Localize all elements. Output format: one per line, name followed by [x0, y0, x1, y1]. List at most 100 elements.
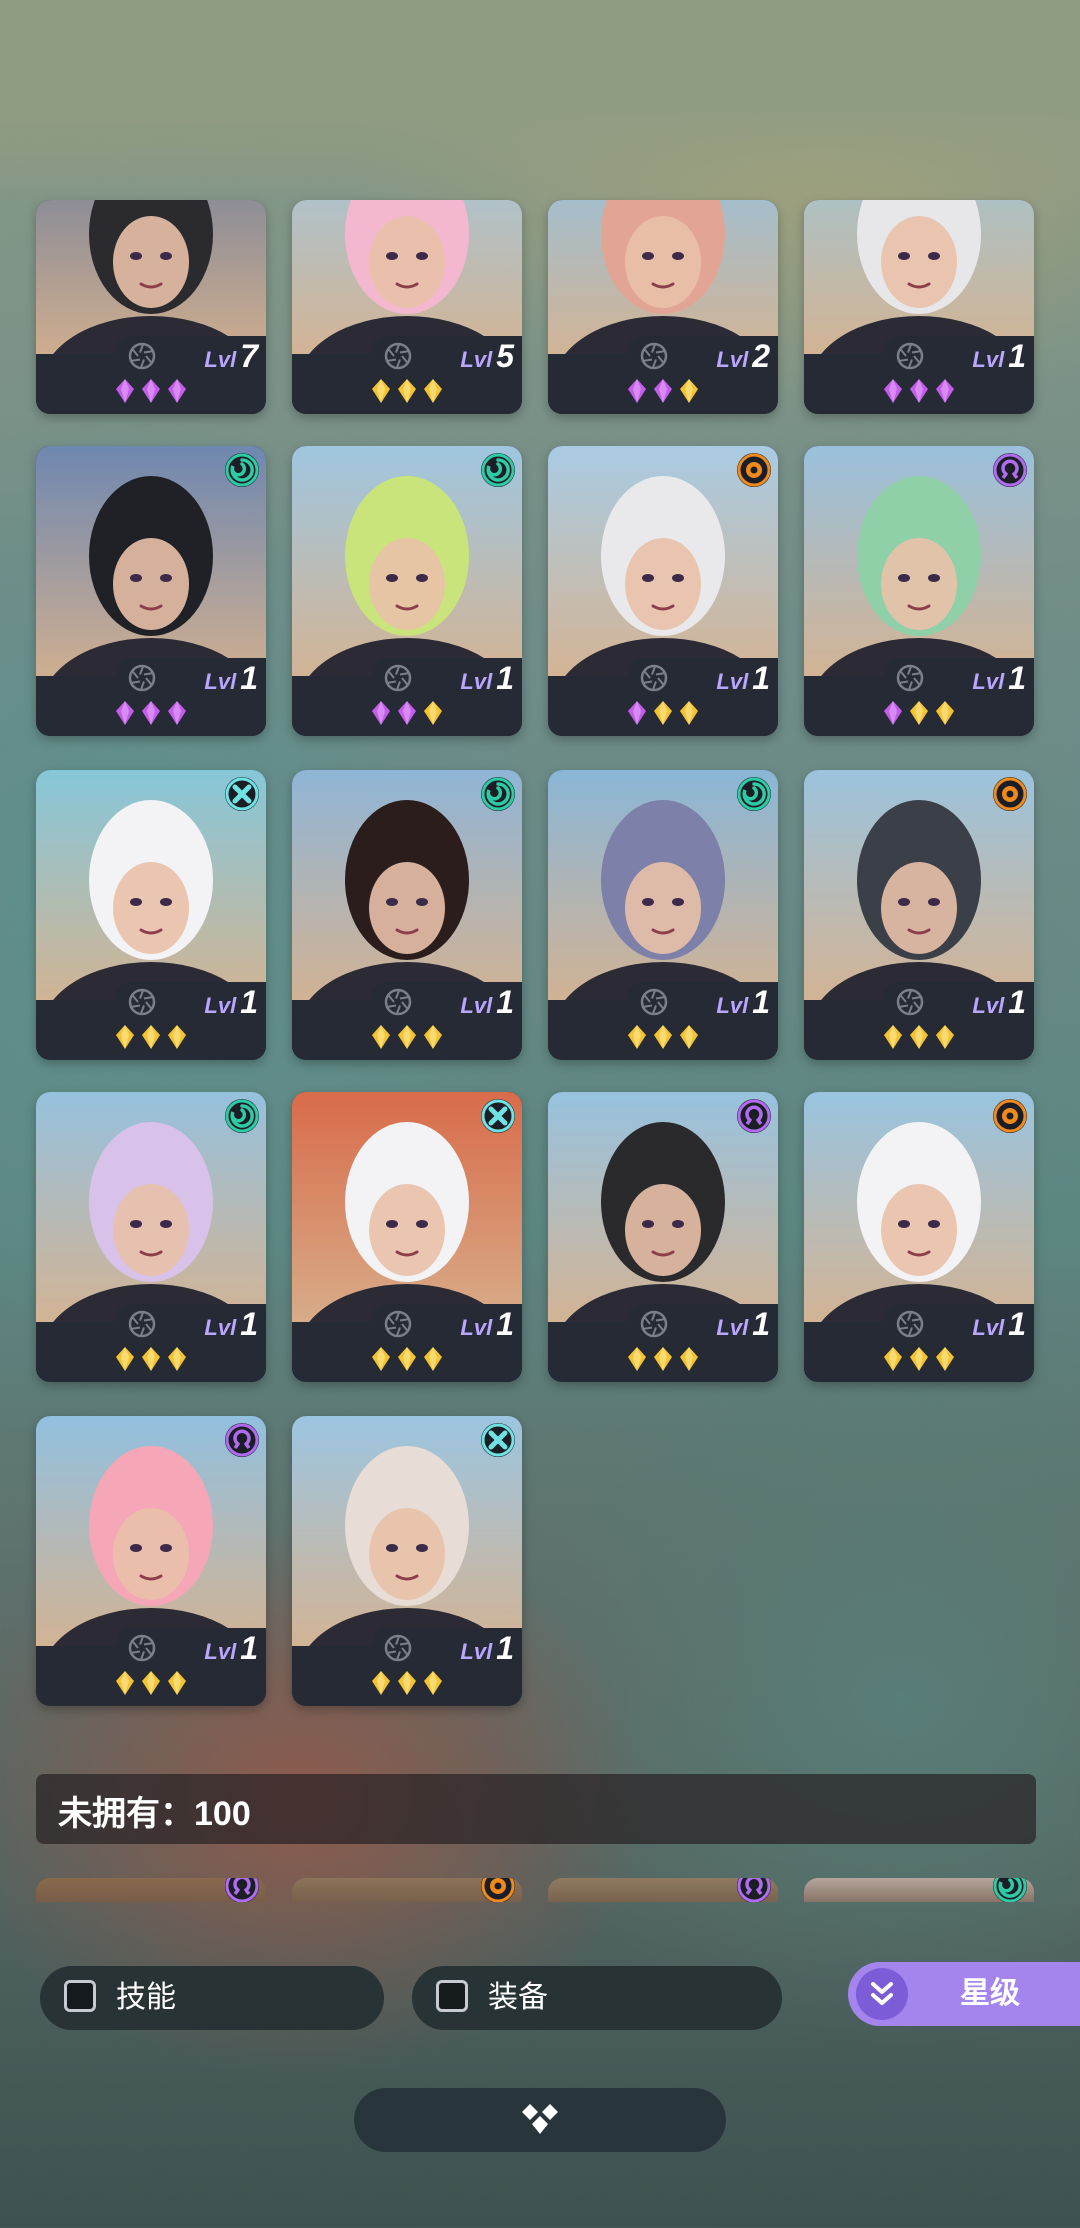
collapse-panel-button[interactable] [354, 2088, 726, 2152]
unowned-hero-card[interactable] [292, 1878, 522, 1902]
star-rating-gem-icon [116, 1025, 134, 1049]
star-rating-gem-icon [398, 1347, 416, 1371]
aperture-icon [128, 342, 156, 370]
skill-filter-toggle[interactable]: 技能 [40, 1966, 384, 2030]
level-prefix: Lvl [460, 1315, 493, 1340]
level-value: 1 [1008, 338, 1026, 374]
hero-card[interactable]: Lvl 2 [548, 200, 778, 414]
faction-orange-icon [480, 1878, 516, 1902]
unowned-hero-card[interactable] [548, 1878, 778, 1902]
level-tab: Lvl 1 [628, 1304, 778, 1344]
star-rating-gem-icon [424, 1347, 442, 1371]
unowned-count-label: 未拥有：100 [58, 1795, 251, 1833]
hero-card[interactable]: Lvl 1 [548, 770, 778, 1060]
star-sort-label: 星级 [960, 1977, 1020, 2010]
hero-card[interactable]: Lvl 7 [36, 200, 266, 414]
level-tab: Lvl 1 [884, 982, 1034, 1022]
hero-card[interactable]: Lvl 1 [804, 1092, 1034, 1382]
level-prefix: Lvl [460, 993, 493, 1018]
hero-level: Lvl 1 [972, 984, 1026, 1024]
level-tab: Lvl 1 [628, 658, 778, 698]
star-rating-gem-icon [654, 379, 672, 403]
star-rating-gem-icon [654, 1347, 672, 1371]
level-value: 1 [496, 1306, 514, 1342]
star-rating-gem-icon [168, 1025, 186, 1049]
star-rating-gem-icon [372, 701, 390, 725]
equipment-filter-toggle[interactable]: 装备 [412, 1966, 782, 2030]
faction-violet-icon [736, 1878, 772, 1902]
hero-card[interactable]: Lvl 1 [804, 770, 1034, 1060]
star-rating-gem-icon [372, 1671, 390, 1695]
hero-card[interactable]: Lvl 1 [36, 770, 266, 1060]
unowned-hero-card[interactable] [804, 1878, 1034, 1902]
star-rating-gem-icon [884, 1025, 902, 1049]
level-value: 1 [240, 660, 258, 696]
level-value: 1 [1008, 1306, 1026, 1342]
hero-card[interactable]: Lvl 1 [36, 446, 266, 736]
star-rating [804, 700, 1034, 730]
level-prefix: Lvl [204, 669, 237, 694]
star-rating [292, 1346, 522, 1376]
level-tab: Lvl 1 [372, 1304, 522, 1344]
star-rating-gem-icon [168, 379, 186, 403]
hero-level: Lvl 1 [972, 660, 1026, 700]
equipment-checkbox[interactable] [436, 1980, 468, 2012]
hero-card[interactable]: Lvl 1 [548, 1092, 778, 1382]
faction-orange-icon [992, 1098, 1028, 1134]
hero-card[interactable]: Lvl 5 [292, 200, 522, 414]
hero-card[interactable]: Lvl 1 [292, 1092, 522, 1382]
star-rating [292, 700, 522, 730]
aperture-icon [128, 664, 156, 692]
level-prefix: Lvl [204, 993, 237, 1018]
hero-level: Lvl 1 [716, 984, 770, 1024]
star-rating-gem-icon [910, 1025, 928, 1049]
hero-card[interactable]: Lvl 1 [36, 1416, 266, 1706]
faction-cyan-icon [480, 1422, 516, 1458]
skill-checkbox[interactable] [64, 1980, 96, 2012]
level-prefix: Lvl [972, 347, 1005, 372]
hero-level: Lvl 1 [460, 1306, 514, 1346]
star-rating-gem-icon [884, 1347, 902, 1371]
hero-card[interactable]: Lvl 1 [804, 446, 1034, 736]
star-rating [548, 700, 778, 730]
hero-card[interactable]: Lvl 1 [36, 1092, 266, 1382]
hero-card[interactable]: Lvl 1 [292, 446, 522, 736]
star-rating [292, 1670, 522, 1700]
level-value: 1 [496, 660, 514, 696]
faction-violet-icon [224, 1878, 260, 1902]
star-rating-gem-icon [424, 701, 442, 725]
star-sort-button[interactable]: 星级 [848, 1962, 1080, 2026]
unowned-hero-card[interactable] [36, 1878, 266, 1902]
hero-level: Lvl 1 [204, 1630, 258, 1670]
hero-card[interactable]: Lvl 1 [804, 200, 1034, 414]
level-tab: Lvl 1 [884, 1304, 1034, 1344]
aperture-icon [128, 1634, 156, 1662]
level-value: 1 [496, 1630, 514, 1666]
hero-card[interactable]: Lvl 1 [548, 446, 778, 736]
level-prefix: Lvl [460, 347, 493, 372]
aperture-icon [384, 988, 412, 1016]
star-rating-gem-icon [116, 701, 134, 725]
star-rating-gem-icon [910, 379, 928, 403]
hero-level: Lvl 1 [460, 660, 514, 700]
hero-level: Lvl 1 [716, 1306, 770, 1346]
star-rating-gem-icon [142, 379, 160, 403]
aperture-icon [896, 988, 924, 1016]
faction-cyan-icon [480, 1098, 516, 1134]
level-tab: Lvl 1 [372, 1628, 522, 1668]
level-prefix: Lvl [460, 1639, 493, 1664]
aperture-icon [896, 1310, 924, 1338]
star-rating-gem-icon [936, 1025, 954, 1049]
faction-green-icon [992, 1878, 1028, 1902]
hero-card[interactable]: Lvl 1 [292, 770, 522, 1060]
hero-level: Lvl 1 [204, 984, 258, 1024]
level-prefix: Lvl [972, 993, 1005, 1018]
level-value: 2 [752, 338, 770, 374]
hero-level: Lvl 5 [460, 338, 514, 378]
star-rating-gem-icon [398, 1671, 416, 1695]
star-rating [36, 1346, 266, 1376]
star-rating [292, 378, 522, 408]
star-rating-gem-icon [628, 379, 646, 403]
hero-card[interactable]: Lvl 1 [292, 1416, 522, 1706]
faction-green-icon [480, 776, 516, 812]
